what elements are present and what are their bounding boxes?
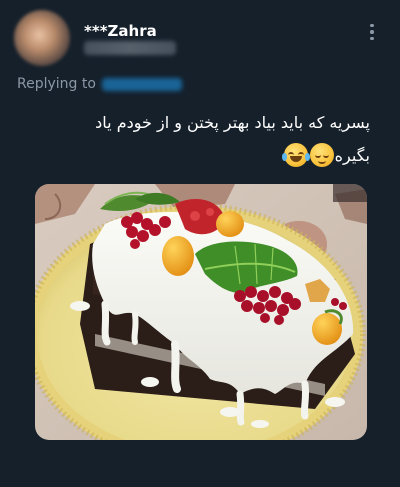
tweet-text-line-1: پسریه که باید بیاد بهتر پختن و از خودم ی…	[95, 113, 370, 132]
face-with-tears-of-joy-icon	[281, 143, 310, 167]
more-dot	[370, 36, 374, 41]
reply-handle-link-blurred[interactable]	[101, 77, 182, 91]
more-dot	[370, 30, 374, 34]
tweet-text-line-2: بگیره	[30, 139, 370, 172]
author-handle-blurred	[84, 41, 176, 55]
author-display-name[interactable]: ***Zahra	[84, 22, 157, 40]
cake-photo-illustration	[35, 184, 367, 440]
more-dot	[370, 23, 374, 28]
replying-to-line: Replying to	[17, 76, 182, 92]
more-options-icon[interactable]	[360, 18, 384, 46]
tweet-media-photo[interactable]	[35, 184, 367, 440]
relieved-face-icon	[309, 143, 334, 167]
author-name-row[interactable]: ***Zahra	[84, 20, 157, 42]
author-avatar[interactable]	[14, 10, 70, 66]
tweet-text: پسریه که باید بیاد بهتر پختن و از خودم ی…	[30, 106, 370, 172]
replying-to-label: Replying to	[17, 76, 96, 92]
tweet-text-line-2-text: بگیره	[334, 146, 370, 165]
